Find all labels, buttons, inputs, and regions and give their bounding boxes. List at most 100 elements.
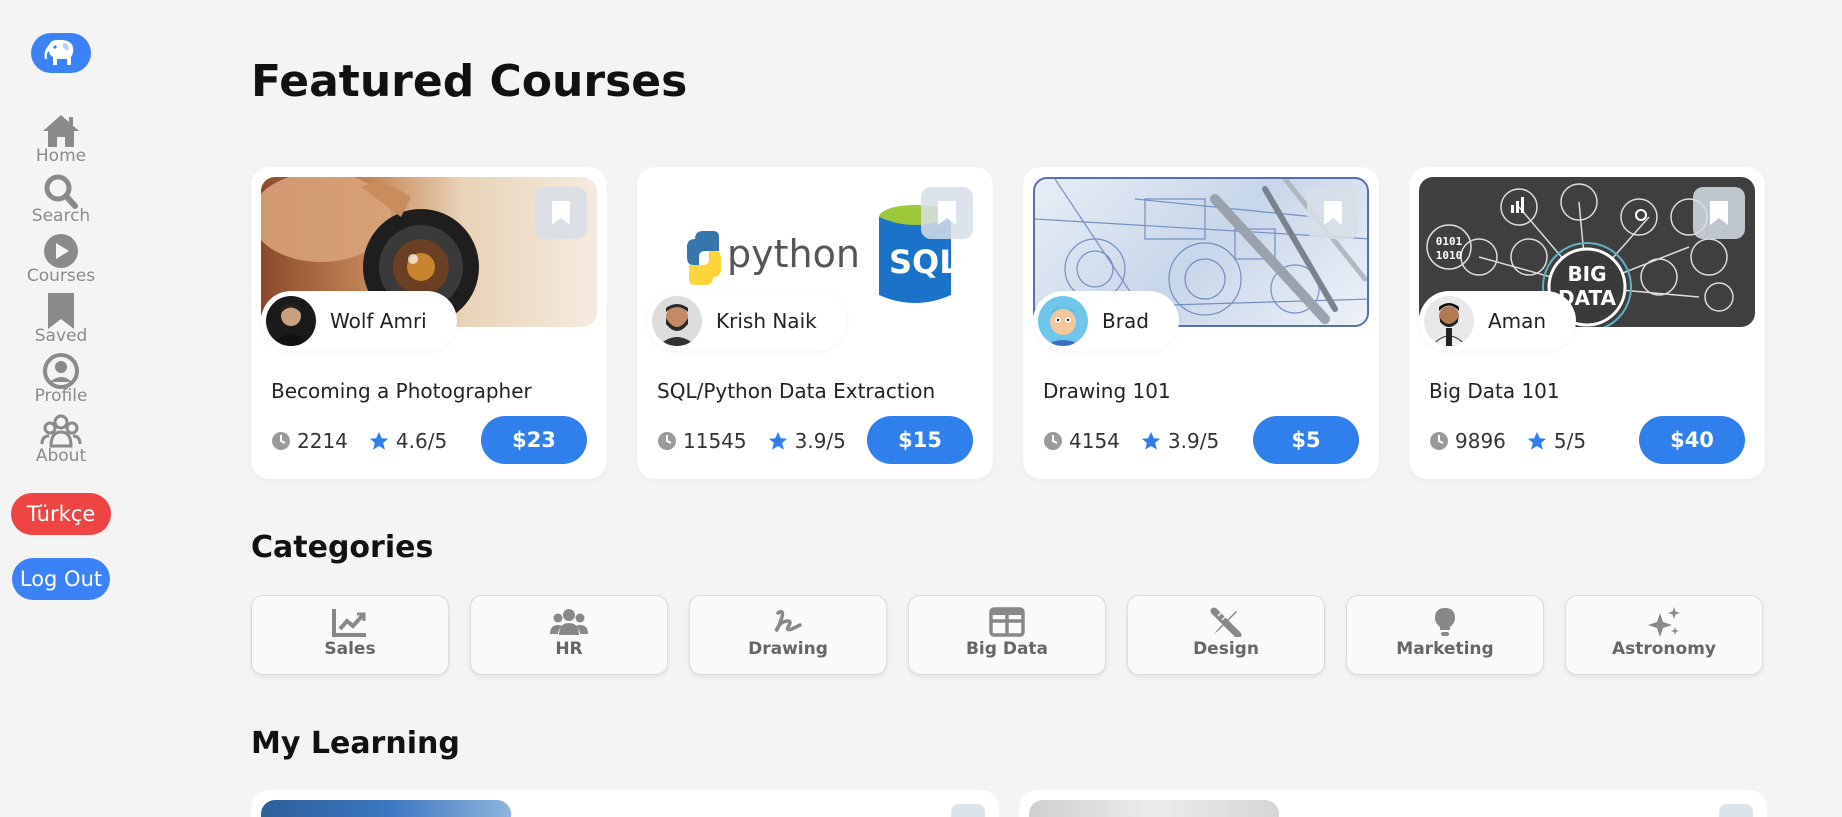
sidebar: Home Search Courses Saved Profile About … xyxy=(0,0,122,817)
bookmark-button[interactable] xyxy=(951,804,985,817)
category-big-data[interactable]: Big Data xyxy=(908,595,1106,675)
category-label: Big Data xyxy=(965,639,1049,659)
view-count: 4154 xyxy=(1069,429,1120,453)
author-chip: Aman xyxy=(1419,291,1577,351)
star-icon xyxy=(369,431,389,450)
bookmark-button[interactable] xyxy=(1307,187,1359,239)
category-drawing[interactable]: Drawing xyxy=(689,595,887,675)
category-label: Drawing xyxy=(748,639,828,659)
nav-label: Profile xyxy=(34,386,88,406)
nav-label: Courses xyxy=(26,266,96,286)
view-count: 9896 xyxy=(1455,429,1506,453)
pen-ruler-icon xyxy=(1210,607,1242,637)
search-icon xyxy=(39,172,83,210)
clock-icon xyxy=(1044,432,1062,450)
play-icon xyxy=(39,232,83,270)
author-name: Aman xyxy=(1488,309,1547,333)
learning-card[interactable] xyxy=(251,790,999,817)
signature-icon xyxy=(774,609,802,633)
rating: 3.9/5 xyxy=(794,429,846,453)
big-data-logo-text: BIG xyxy=(1567,262,1606,286)
star-icon xyxy=(1141,431,1161,450)
user-icon xyxy=(39,352,83,390)
category-hr[interactable]: HR xyxy=(470,595,668,675)
learning-card[interactable] xyxy=(1019,790,1767,817)
bookmark-button[interactable] xyxy=(921,187,973,239)
view-count: 2214 xyxy=(297,429,348,453)
table-icon xyxy=(989,607,1025,637)
nav-label: Home xyxy=(35,146,87,166)
learning-thumbnail xyxy=(261,800,511,817)
home-icon xyxy=(39,112,83,150)
view-count: 11545 xyxy=(683,429,747,453)
nav-search[interactable]: Search xyxy=(0,172,122,226)
star-icon xyxy=(768,431,787,450)
users-icon xyxy=(550,609,588,635)
lightbulb-icon xyxy=(1435,608,1455,636)
category-label: Design xyxy=(1193,639,1259,659)
category-label: Sales xyxy=(324,639,376,659)
nav-label: About xyxy=(35,446,87,466)
bookmark-button[interactable] xyxy=(1719,804,1753,817)
elephant-icon xyxy=(44,39,74,65)
sql-logo-text: SQL xyxy=(889,243,960,281)
rating: 4.6/5 xyxy=(395,429,448,453)
author-name: Wolf Amri xyxy=(330,309,427,333)
categories-title: Categories xyxy=(251,530,434,565)
rating: 5/5 xyxy=(1553,429,1587,453)
avatar xyxy=(652,296,702,346)
bookmark-icon xyxy=(1324,201,1342,225)
star-icon xyxy=(1527,431,1547,450)
binary-label: 0101 xyxy=(1436,235,1463,248)
sparkles-icon xyxy=(1648,607,1680,637)
course-title: SQL/Python Data Extraction xyxy=(657,379,936,403)
avatar xyxy=(1038,296,1088,346)
bookmark-button[interactable] xyxy=(1693,187,1745,239)
nav-profile[interactable]: Profile xyxy=(0,352,122,406)
logout-button[interactable]: Log Out xyxy=(12,558,110,600)
clock-icon xyxy=(1430,432,1448,450)
course-title: Drawing 101 xyxy=(1043,379,1171,403)
category-astronomy[interactable]: Astronomy xyxy=(1565,595,1763,675)
nav-home[interactable]: Home xyxy=(0,112,122,166)
author-name: Krish Naik xyxy=(716,309,817,333)
bookmark-icon xyxy=(1710,201,1728,225)
author-name: Brad xyxy=(1102,309,1149,333)
binary-label: 1010 xyxy=(1436,249,1463,262)
category-marketing[interactable]: Marketing xyxy=(1346,595,1544,675)
course-card[interactable]: Wolf Amri Becoming a Photographer 2214 4… xyxy=(251,167,607,479)
category-label: Astronomy xyxy=(1611,639,1717,659)
nav-courses[interactable]: Courses xyxy=(0,232,122,286)
category-design[interactable]: Design xyxy=(1127,595,1325,675)
author-chip: Brad xyxy=(1033,291,1179,351)
author-chip: Krish Naik xyxy=(647,291,847,351)
language-button[interactable]: Türkçe xyxy=(11,493,111,535)
bookmark-button[interactable] xyxy=(535,187,587,239)
nav-label: Search xyxy=(31,206,91,226)
nav-about[interactable]: About xyxy=(0,412,122,466)
category-label: HR xyxy=(555,639,583,659)
avatar xyxy=(1424,296,1474,346)
nav-saved[interactable]: Saved xyxy=(0,292,122,346)
nav-label: Saved xyxy=(34,326,88,346)
price-button[interactable]: $23 xyxy=(481,416,587,464)
my-learning-title: My Learning xyxy=(251,726,460,761)
users-icon xyxy=(39,412,83,450)
price-button[interactable]: $40 xyxy=(1639,416,1745,464)
price-button[interactable]: $15 xyxy=(867,416,973,464)
course-card[interactable]: BIG DATA 0101 1010 Aman Big Data 101 989… xyxy=(1409,167,1765,479)
avatar xyxy=(266,296,316,346)
course-meta: 9896 5/5 xyxy=(1429,429,1586,453)
bookmark-icon xyxy=(39,292,83,330)
python-logo-text: python xyxy=(727,232,860,276)
clock-icon xyxy=(272,432,290,450)
learning-thumbnail xyxy=(1029,800,1279,817)
course-meta: 2214 4.6/5 xyxy=(271,429,447,453)
price-button[interactable]: $5 xyxy=(1253,416,1359,464)
course-card[interactable]: Brad Drawing 101 4154 3.9/5 $5 xyxy=(1023,167,1379,479)
category-label: Marketing xyxy=(1396,639,1494,659)
logo[interactable] xyxy=(31,33,91,73)
course-meta: 4154 3.9/5 xyxy=(1043,429,1219,453)
course-card[interactable]: python SQL Krish Naik SQL/Python Data Ex… xyxy=(637,167,993,479)
category-sales[interactable]: Sales xyxy=(251,595,449,675)
